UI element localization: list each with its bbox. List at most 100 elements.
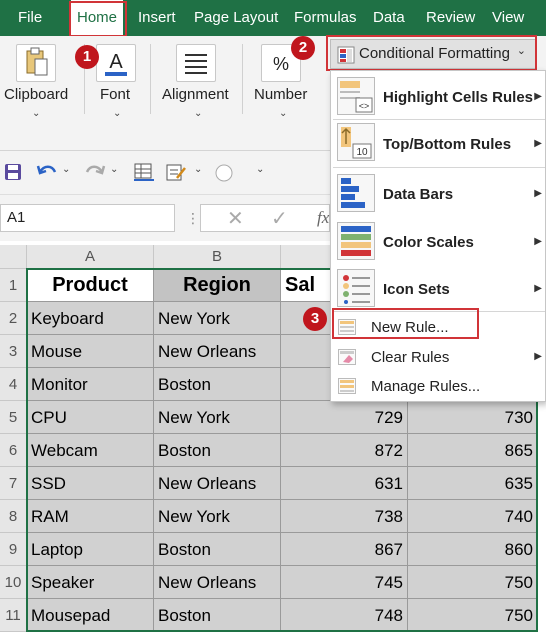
row-header-1[interactable]: 1 <box>0 269 27 302</box>
name-box-resize-icon[interactable]: ⋮ <box>186 204 200 232</box>
cell-product[interactable]: Laptop <box>27 533 154 566</box>
column-header-a[interactable]: A <box>27 245 154 269</box>
row-header-4[interactable]: 4 <box>0 368 27 401</box>
cell-region[interactable]: New Orleans <box>154 335 281 368</box>
insert-function-icon[interactable]: fx <box>317 208 329 228</box>
cell-region[interactable]: New York <box>154 401 281 434</box>
cell-product[interactable]: Mouse <box>27 335 154 368</box>
column-header-b[interactable]: B <box>154 245 281 269</box>
color-scales-icon <box>337 222 375 260</box>
cell-product[interactable]: Keyboard <box>27 302 154 335</box>
conditional-formatting-chevron-down-icon: ⌄ <box>516 45 526 57</box>
row-header-11[interactable]: 11 <box>0 599 27 632</box>
row-header-6[interactable]: 6 <box>0 434 27 467</box>
customize-chevron-down-icon[interactable]: ⌄ <box>256 164 264 175</box>
cell-sales[interactable]: 631 <box>281 467 408 500</box>
cell-region[interactable]: Boston <box>154 368 281 401</box>
formula-controls: ✕ ✓ fx <box>200 204 330 232</box>
cell-product[interactable]: CPU <box>27 401 154 434</box>
menu-item-top-bottom-rules[interactable]: 10 Top/Bottom Rules ▶ <box>331 121 545 165</box>
font-label: Font <box>100 86 131 103</box>
cell-sales[interactable]: 745 <box>281 566 408 599</box>
clipboard-button[interactable] <box>16 44 56 82</box>
cell-target[interactable]: 860 <box>408 533 538 566</box>
new-rule-icon <box>338 319 356 335</box>
cancel-icon[interactable]: ✕ <box>227 206 244 231</box>
menu-item-manage-rules[interactable]: Manage Rules... <box>331 373 545 403</box>
cell-product[interactable]: Speaker <box>27 566 154 599</box>
cell-target[interactable]: 865 <box>408 434 538 467</box>
redo-chevron-down-icon[interactable]: ⌄ <box>110 164 118 175</box>
form-chevron-down-icon[interactable]: ⌄ <box>194 164 202 175</box>
cell-product[interactable]: Monitor <box>27 368 154 401</box>
menu-item-data-bars[interactable]: Data Bars ▶ <box>331 171 545 217</box>
number-label: Number <box>254 86 308 103</box>
redo-icon[interactable] <box>84 163 106 181</box>
cell-region[interactable]: New York <box>154 302 281 335</box>
menu-item-new-rule[interactable]: New Rule... <box>331 313 545 343</box>
row-header-3[interactable]: 3 <box>0 335 27 368</box>
row-header-8[interactable]: 8 <box>0 500 27 533</box>
align-icon <box>185 54 207 74</box>
row-header-5[interactable]: 5 <box>0 401 27 434</box>
cell-sales[interactable]: 867 <box>281 533 408 566</box>
form-edit-icon[interactable] <box>165 162 187 182</box>
svg-text:%: % <box>273 54 289 74</box>
menu-item-color-scales[interactable]: Color Scales ▶ <box>331 219 545 265</box>
conditional-formatting-menu: <> Highlight Cells Rules ▶ 10 Top/Bottom… <box>330 70 546 402</box>
tab-file[interactable]: File <box>18 0 42 36</box>
tab-formulas[interactable]: Formulas <box>294 0 357 36</box>
tab-data[interactable]: Data <box>373 0 405 36</box>
tab-home[interactable]: Home <box>71 0 124 36</box>
alignment-chevron-down-icon[interactable]: ⌄ <box>194 108 202 119</box>
cell-region[interactable]: Boston <box>154 533 281 566</box>
header-cell-product[interactable]: Product <box>27 269 154 302</box>
circle-icon[interactable] <box>214 163 234 183</box>
tab-page-layout[interactable]: Page Layout <box>194 0 278 36</box>
cell-target[interactable]: 750 <box>408 599 538 632</box>
menu-item-highlight-cells-rules[interactable]: <> Highlight Cells Rules ▶ <box>331 74 545 118</box>
cell-region[interactable]: Boston <box>154 434 281 467</box>
row-header-7[interactable]: 7 <box>0 467 27 500</box>
font-button[interactable]: A <box>96 44 136 82</box>
undo-chevron-down-icon[interactable]: ⌄ <box>62 164 70 175</box>
cell-region[interactable]: New Orleans <box>154 566 281 599</box>
new-rule-label: New Rule... <box>371 319 449 336</box>
clipboard-chevron-down-icon[interactable]: ⌄ <box>32 108 40 119</box>
font-chevron-down-icon[interactable]: ⌄ <box>113 108 121 119</box>
menu-item-clear-rules[interactable]: Clear Rules ▶ <box>331 343 545 373</box>
cell-sales[interactable]: 738 <box>281 500 408 533</box>
name-box[interactable]: A1 <box>0 204 175 232</box>
cell-target[interactable]: 635 <box>408 467 538 500</box>
tab-insert[interactable]: Insert <box>138 0 176 36</box>
header-cell-region[interactable]: Region <box>154 269 281 302</box>
number-chevron-down-icon[interactable]: ⌄ <box>279 108 287 119</box>
cell-region[interactable]: New York <box>154 500 281 533</box>
cell-product[interactable]: SSD <box>27 467 154 500</box>
cell-region[interactable]: New Orleans <box>154 467 281 500</box>
save-icon[interactable] <box>4 163 22 181</box>
select-all-corner[interactable] <box>0 245 27 269</box>
cell-sales[interactable]: 872 <box>281 434 408 467</box>
cell-product[interactable]: Webcam <box>27 434 154 467</box>
undo-icon[interactable] <box>36 163 58 181</box>
tab-view[interactable]: View <box>492 0 524 36</box>
cell-product[interactable]: RAM <box>27 500 154 533</box>
cell-target[interactable]: 740 <box>408 500 538 533</box>
row-header-2[interactable]: 2 <box>0 302 27 335</box>
table-fit-icon[interactable] <box>133 162 155 182</box>
cell-sales[interactable]: 729 <box>281 401 408 434</box>
cell-region[interactable]: Boston <box>154 599 281 632</box>
cell-sales[interactable]: 748 <box>281 599 408 632</box>
cell-target[interactable]: 730 <box>408 401 538 434</box>
cell-target[interactable]: 750 <box>408 566 538 599</box>
tab-review[interactable]: Review <box>426 0 475 36</box>
row-header-9[interactable]: 9 <box>0 533 27 566</box>
eraser-icon <box>338 349 356 365</box>
conditional-formatting-button[interactable]: Conditional Formatting ⌄ <box>330 39 536 69</box>
menu-item-icon-sets[interactable]: Icon Sets ▶ <box>331 266 545 312</box>
alignment-button[interactable] <box>176 44 216 82</box>
row-header-10[interactable]: 10 <box>0 566 27 599</box>
enter-icon[interactable]: ✓ <box>271 206 288 231</box>
cell-product[interactable]: Mousepad <box>27 599 154 632</box>
